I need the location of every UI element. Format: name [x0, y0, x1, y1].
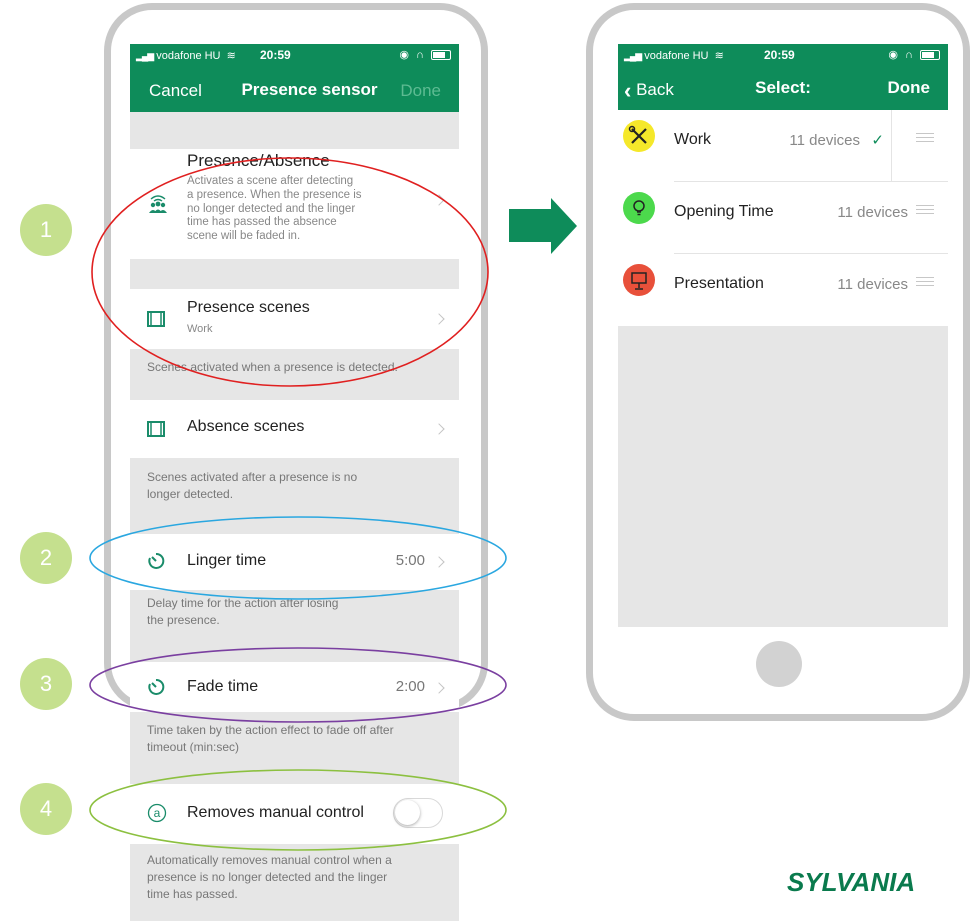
reorder-handle-icon[interactable] [916, 277, 934, 286]
highlight-ellipse-3 [89, 647, 507, 723]
home-button[interactable] [756, 641, 802, 687]
battery-icon [920, 50, 940, 61]
reorder-handle-icon[interactable] [916, 205, 934, 214]
scene-row-work[interactable]: Work 11 devices ✓ [618, 110, 948, 182]
highlight-ellipse-4 [89, 769, 507, 851]
lock-rotation-icon: ◉ [888, 49, 900, 61]
wifi-icon: ≋ [711, 50, 724, 62]
select-scene-screen: ▂▄▆ vodafone HU ≋ 20:59 ◉ ∩ ‹ Back Selec… [618, 44, 948, 627]
status-icons: ◉ ∩ [888, 48, 940, 61]
scene-device-count: 11 devices [837, 276, 908, 293]
nav-bar: ‹ Back Select: Done [618, 66, 948, 110]
scene-label: Work [674, 131, 712, 148]
scene-row-presentation[interactable]: Presentation 11 devices [618, 254, 948, 326]
row-divider [891, 110, 892, 181]
status-time: 20:59 [764, 48, 795, 62]
scene-row-opening-time[interactable]: Opening Time 11 devices [618, 182, 948, 254]
checkmark-icon: ✓ [871, 132, 884, 149]
tools-icon [623, 120, 655, 152]
arrow-right-icon [509, 209, 553, 242]
sylvania-logo: SYLVANIA [787, 867, 916, 897]
lightbulb-icon [623, 192, 655, 224]
highlight-ellipse-2 [89, 516, 507, 600]
scene-device-count: 11 devices [837, 204, 908, 221]
status-bar: ▂▄▆ vodafone HU ≋ 20:59 ◉ ∩ [618, 44, 948, 66]
scene-label: Opening Time [674, 203, 774, 220]
done-button[interactable]: Done [888, 78, 931, 98]
headphones-icon: ∩ [905, 49, 915, 61]
scene-device-count: 11 devices [789, 132, 860, 149]
arrow-head-icon [551, 198, 577, 254]
highlight-ellipse-1 [91, 157, 489, 387]
reorder-handle-icon[interactable] [916, 133, 934, 142]
scene-label: Presentation [674, 275, 764, 292]
carrier-label: ▂▄▆ vodafone HU ≋ [624, 50, 724, 62]
presentation-icon [623, 264, 655, 296]
signal-icon: ▂▄▆ [624, 51, 642, 61]
